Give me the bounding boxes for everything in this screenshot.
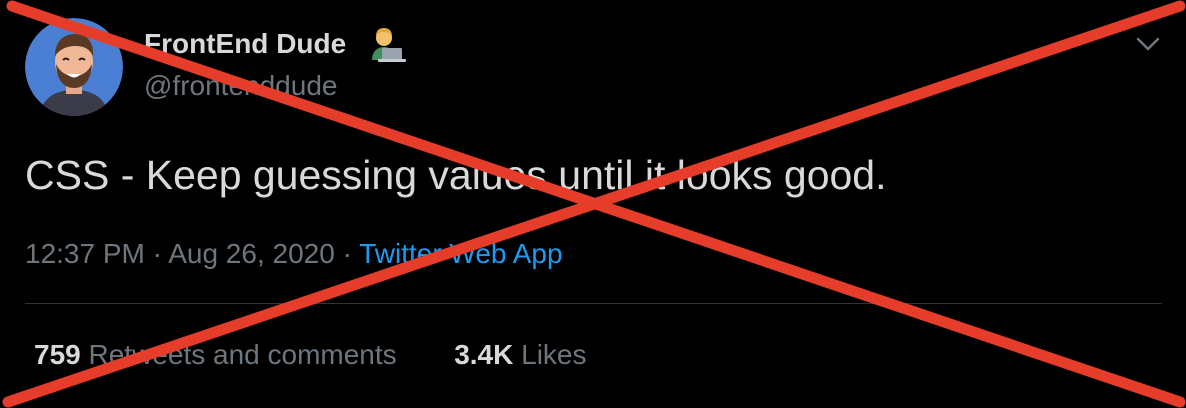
likes-count: 3.4K [454, 339, 514, 370]
tweet-date[interactable]: Aug 26, 2020 [168, 238, 335, 269]
likes-stat[interactable]: 3.4K Likes [454, 339, 586, 370]
display-name[interactable]: FrontEnd Dude [144, 28, 346, 60]
technologist-emoji-icon [368, 26, 408, 66]
chevron-down-icon[interactable] [1134, 30, 1162, 58]
user-handle[interactable]: @frontenddude [144, 70, 337, 102]
meta-separator: · [342, 238, 352, 269]
tweet-source-link[interactable]: Twitter Web App [359, 238, 562, 269]
divider [25, 303, 1162, 304]
tweet-time[interactable]: 12:37 PM [25, 238, 145, 269]
retweets-stat[interactable]: 759 Retweets and comments [34, 339, 404, 370]
likes-label: Likes [521, 339, 587, 370]
avatar-cartoon-icon [25, 18, 123, 116]
tweet-meta: 12:37 PM · Aug 26, 2020 · Twitter Web Ap… [25, 238, 563, 270]
meta-separator: · [152, 238, 162, 269]
tweet-stats: 759 Retweets and comments 3.4K Likes [34, 339, 587, 371]
retweets-label: Retweets and comments [88, 339, 397, 370]
tweet-text: CSS - Keep guessing values until it look… [25, 152, 887, 198]
retweets-count: 759 [34, 339, 81, 370]
tweet-card: FrontEnd Dude @frontenddude CSS - Keep g… [0, 0, 1186, 408]
avatar[interactable] [25, 18, 123, 116]
